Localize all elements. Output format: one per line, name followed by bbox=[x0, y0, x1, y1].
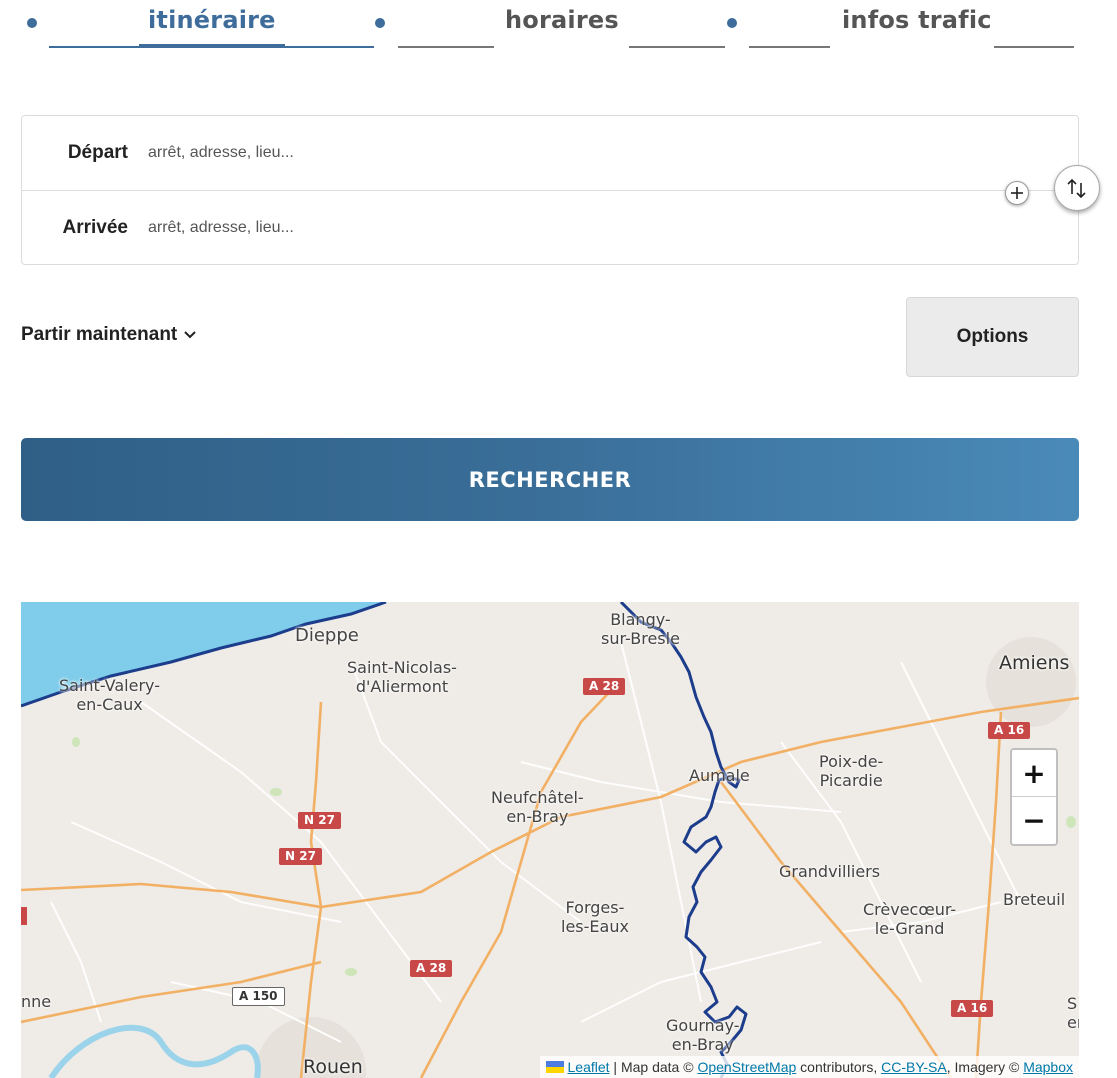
options-button[interactable]: Options bbox=[906, 297, 1079, 377]
departure-row: Départ bbox=[22, 116, 1080, 191]
mapbox-link[interactable]: Mapbox bbox=[1023, 1059, 1073, 1075]
map-label-gournay: Gournay- en-Bray bbox=[666, 1016, 740, 1054]
tab-underline bbox=[398, 46, 494, 48]
map-label-grandvilliers: Grandvilliers bbox=[779, 862, 881, 881]
journey-form: Départ Arrivée bbox=[21, 115, 1080, 265]
map-label-rouen: Rouen bbox=[303, 1056, 363, 1078]
attribution-text: , Imagery © bbox=[946, 1059, 1024, 1075]
zoom-in-button[interactable]: + bbox=[1012, 750, 1056, 797]
tab-bullet bbox=[727, 18, 737, 28]
zoom-control: + − bbox=[1010, 748, 1058, 846]
attribution-text: | Map data © bbox=[609, 1059, 698, 1075]
plus-icon bbox=[1011, 187, 1023, 199]
arrival-input[interactable] bbox=[148, 213, 968, 243]
departure-label: Départ bbox=[67, 142, 128, 163]
map-label-cut-left: nne bbox=[21, 992, 52, 1011]
license-link[interactable]: CC-BY-SA bbox=[881, 1059, 947, 1075]
road-shield-a28: A 28 bbox=[583, 678, 626, 695]
map-label-neufchatel: Neufchâtel- en-Bray bbox=[491, 788, 584, 826]
search-button[interactable]: RECHERCHER bbox=[21, 438, 1079, 521]
tab-itineraire[interactable]: itinéraire bbox=[148, 6, 276, 34]
tab-underline bbox=[629, 46, 725, 48]
road-shield-a28: A 28 bbox=[410, 960, 453, 977]
map-label-breteuil: Breteuil bbox=[1003, 890, 1066, 909]
tab-underline bbox=[749, 46, 830, 48]
arrival-label: Arrivée bbox=[62, 217, 129, 238]
map-view[interactable]: Dieppe Saint-Valery- en-Caux Saint-Nicol… bbox=[21, 602, 1079, 1078]
road-shield-a16: A 16 bbox=[951, 1000, 994, 1017]
road-shield-n27: N 27 bbox=[279, 848, 322, 865]
road-shield-a150: A 150 bbox=[232, 987, 285, 1006]
map-attribution: Leaflet | Map data © OpenStreetMap contr… bbox=[539, 1056, 1079, 1078]
map-label-blangy: Blangy- sur-Bresle bbox=[601, 610, 680, 648]
chevron-down-icon bbox=[184, 331, 196, 339]
tab-horaires[interactable]: horaires bbox=[505, 6, 619, 34]
map-label-crevecoeur: Crèvecœur- le-Grand bbox=[863, 900, 957, 938]
ukraine-flag-icon bbox=[545, 1061, 564, 1073]
road-shield-a16: A 16 bbox=[988, 722, 1031, 739]
zoom-out-button[interactable]: − bbox=[1012, 797, 1056, 844]
departure-time-label: Partir maintenant bbox=[21, 324, 178, 345]
map-label-cut-right: S er bbox=[1067, 994, 1079, 1032]
tab-active-indicator bbox=[139, 44, 285, 47]
map-label-saint-valery: Saint-Valery- en-Caux bbox=[59, 676, 160, 714]
tab-bar: itinéraire horaires infos trafic bbox=[0, 0, 1117, 60]
tab-bullet bbox=[27, 18, 37, 28]
map-base-layer bbox=[21, 602, 1079, 1078]
map-label-forges: Forges- les-Eaux bbox=[561, 898, 629, 936]
arrival-row: Arrivée bbox=[22, 191, 1080, 265]
leaflet-link[interactable]: Leaflet bbox=[568, 1059, 610, 1075]
map-label-aumale: Aumale bbox=[689, 766, 750, 785]
tab-underline bbox=[994, 46, 1074, 48]
road-shield-n27: N 27 bbox=[298, 812, 341, 829]
map-label-saint-nicolas: Saint-Nicolas- d'Aliermont bbox=[347, 658, 457, 696]
map-label-dieppe: Dieppe bbox=[295, 625, 359, 646]
swap-arrows-icon bbox=[1067, 178, 1086, 199]
tab-bullet bbox=[375, 18, 385, 28]
osm-link[interactable]: OpenStreetMap bbox=[697, 1059, 796, 1075]
departure-time-selector[interactable]: Partir maintenant bbox=[21, 324, 197, 346]
departure-input[interactable] bbox=[148, 138, 968, 168]
map-label-amiens: Amiens bbox=[999, 652, 1070, 674]
tab-infos-trafic[interactable]: infos trafic bbox=[842, 6, 992, 34]
attribution-text: contributors, bbox=[796, 1059, 882, 1075]
map-label-poix: Poix-de- Picardie bbox=[819, 752, 884, 790]
add-via-button[interactable] bbox=[1005, 181, 1029, 205]
swap-button[interactable] bbox=[1054, 165, 1100, 211]
